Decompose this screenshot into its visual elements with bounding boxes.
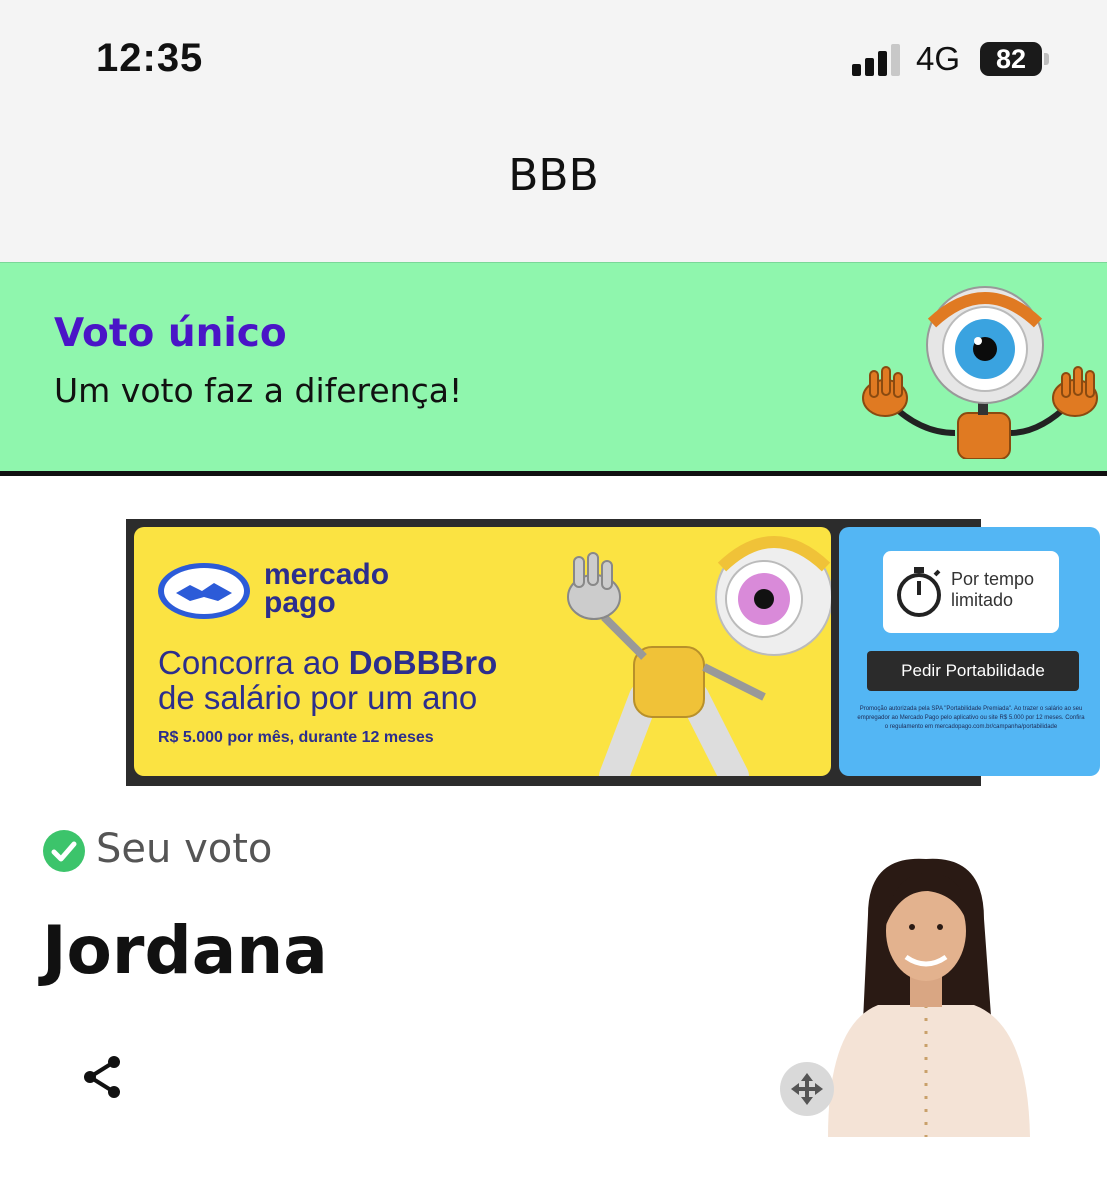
limited-time-badge: Por tempo limitado [883,551,1059,633]
ad-headline-bold: DoBBBro [348,644,498,681]
ad-cta-panel: Por tempo limitado Pedir Portabilidade P… [839,527,1100,776]
signal-icon [852,44,900,76]
ad-main-panel[interactable]: mercado pago Concorra ao DoBBBro de salá… [134,527,831,776]
ad-headline-part2: de salário por um ano [158,679,478,716]
brand-line-2: pago [264,586,336,619]
ad-robot-image [567,536,831,776]
bbb-mascot-image [862,286,1098,459]
candidate-photo [828,858,1030,1137]
your-vote-label: Seu voto [96,826,273,872]
banner-subtitle: Um voto faz a diferença! [54,371,463,410]
mercado-pago-ad[interactable]: mercado pago Concorra ao DoBBBro de salá… [126,519,1100,786]
banner-title: Voto único [54,311,287,356]
check-circle-icon [43,830,85,872]
mercado-pago-wordmark: mercado pago [264,558,390,619]
candidate-name: Jordana [42,912,328,989]
timer-line-2: limitado [951,590,1014,610]
share-icon [84,1056,120,1098]
pedir-portabilidade-button[interactable]: Pedir Portabilidade [867,651,1079,691]
move-button[interactable] [780,1062,834,1116]
move-arrows-icon [791,1073,823,1105]
battery-level: 82 [995,44,1027,74]
timer-line-1: Por tempo [951,569,1035,589]
page-title: BBB [508,150,599,201]
voto-unico-banner: Voto único Um voto faz a diferença! [0,262,1107,476]
battery-icon: 82 [980,42,1049,76]
limited-time-text: Por tempo limitado [951,569,1034,611]
status-bar: 12:35 4G 82 BBB [0,0,1107,262]
ad-headline-part1: Concorra ao [158,644,349,681]
network-type: 4G [916,40,961,77]
ad-fine-print: Promoção autorizada pela SPA "Portabilid… [857,706,1085,730]
ad-small-text: R$ 5.000 por mês, durante 12 meses [158,729,434,746]
brand-line-1: mercado [264,558,390,591]
mercado-pago-logo [158,563,250,619]
stopwatch-icon [897,567,941,617]
status-time: 12:35 [96,36,204,80]
share-button[interactable] [80,1054,124,1100]
